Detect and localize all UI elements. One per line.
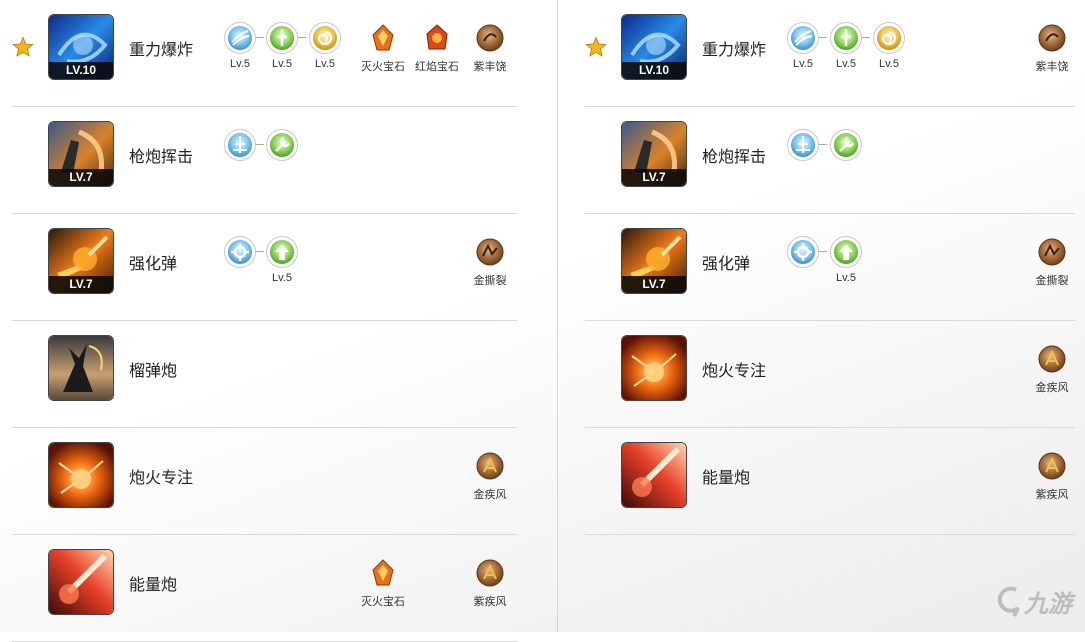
charm-icon[interactable] [1036, 343, 1068, 375]
boost-shot-skill-icon: LV.7 [49, 229, 113, 293]
fire-focus-skill-icon [49, 443, 113, 507]
charm-icon[interactable] [474, 22, 506, 54]
watermark-logo-icon [997, 586, 1020, 617]
skill-row-energy-cannon[interactable]: 能量炮 紫疾风 [585, 428, 1075, 535]
charm-name: 紫丰饶 [1035, 61, 1069, 73]
gem-name: 灭火宝石 [361, 61, 405, 73]
charm-icon[interactable] [474, 557, 506, 589]
star-icon [12, 36, 34, 57]
up-arrow-rune-icon[interactable] [266, 236, 298, 268]
skill-name: 强化弹 [702, 256, 751, 273]
charm-icon[interactable] [1036, 22, 1068, 54]
right-build-panel: LV.10 重力爆炸 Lv.5 Lv.5 Lv.5 紫丰饶 LV.7 枪炮挥击 … [585, 0, 1075, 535]
sword-rune-icon[interactable] [266, 22, 298, 54]
charm-icon[interactable] [1036, 236, 1068, 268]
gem-name: 灭火宝石 [361, 596, 405, 608]
blue-sword-rune-icon[interactable] [787, 129, 819, 161]
red-flame-gem-icon[interactable] [421, 22, 453, 54]
watermark-text: 九游 [1024, 591, 1072, 618]
charm-icon[interactable] [474, 236, 506, 268]
skill-name: 强化弹 [129, 256, 178, 273]
skill-row-fire-focus[interactable]: 炮火专注 金疾风 [585, 321, 1075, 428]
gear-rune-icon[interactable] [224, 236, 256, 268]
energy-cannon-skill-icon [622, 443, 686, 507]
skill-row-gravity-blast[interactable]: LV.10 重力爆炸 Lv.5 Lv.5 Lv.5 紫丰饶 [585, 0, 1075, 107]
wind-rune-icon[interactable] [224, 22, 256, 54]
skill-name: 炮火专注 [129, 470, 194, 487]
skill-row-boost-shot[interactable]: LV.7 强化弹 Lv.5 金撕裂 [585, 214, 1075, 321]
charm-name: 金疾风 [1035, 382, 1069, 394]
charm-name: 金撕裂 [473, 275, 507, 287]
sword-rune-icon[interactable] [830, 22, 862, 54]
skill-name: 重力爆炸 [129, 42, 194, 59]
gear-rune-icon[interactable] [787, 236, 819, 268]
skill-name: 榴弹炮 [129, 363, 178, 380]
skill-row-boost-shot[interactable]: LV.7 强化弹 Lv.5 金撕裂 [12, 214, 517, 321]
rune-level-label: Lv.5 [836, 272, 856, 284]
boost-shot-skill-icon: LV.7 [622, 229, 686, 293]
blue-sword-rune-icon[interactable] [224, 129, 256, 161]
charm-name: 紫丰饶 [473, 61, 507, 73]
skill-row-energy-cannon[interactable]: 能量炮 灭火宝石 紫疾风 [12, 535, 517, 642]
skill-level-badge: LV.7 [49, 169, 113, 186]
grenade-cannon-skill-icon [49, 336, 113, 400]
gravity-blast-skill-icon: LV.10 [622, 15, 686, 79]
skill-name: 炮火专注 [702, 363, 767, 380]
gun-swing-skill-icon: LV.7 [622, 122, 686, 186]
skill-row-fire-focus[interactable]: 炮火专注 金疾风 [12, 428, 517, 535]
skill-level-badge: LV.10 [49, 62, 113, 79]
rune-level-label: Lv.5 [315, 58, 335, 70]
skill-row-gun-swing[interactable]: LV.7 枪炮挥击 [12, 107, 517, 214]
fire-gem-icon[interactable] [367, 557, 399, 589]
gravity-blast-skill-icon: LV.10 [49, 15, 113, 79]
charm-icon[interactable] [474, 450, 506, 482]
charm-name: 金疾风 [473, 489, 507, 501]
skill-name: 能量炮 [702, 470, 751, 487]
star-icon [585, 36, 607, 57]
skill-row-gun-swing[interactable]: LV.7 枪炮挥击 [585, 107, 1075, 214]
charm-name: 金撕裂 [1035, 275, 1069, 287]
gem-name: 红焰宝石 [415, 61, 459, 73]
panel-divider [557, 0, 558, 632]
skill-name: 重力爆炸 [702, 42, 767, 59]
energy-cannon-skill-icon [49, 550, 113, 614]
rune-level-label: Lv.5 [272, 272, 292, 284]
skill-name: 枪炮挥击 [129, 149, 194, 166]
wrench-rune-icon[interactable] [266, 129, 298, 161]
charm-name: 紫疾风 [473, 596, 507, 608]
fire-focus-skill-icon [622, 336, 686, 400]
skill-name: 枪炮挥击 [702, 149, 767, 166]
skill-level-badge: LV.7 [49, 276, 113, 293]
rune-level-label: Lv.5 [879, 58, 899, 70]
skill-row-grenade-cannon[interactable]: 榴弹炮 [12, 321, 517, 428]
skill-level-badge: LV.7 [622, 276, 686, 293]
swirl-rune-icon[interactable] [873, 22, 905, 54]
wind-rune-icon[interactable] [787, 22, 819, 54]
skill-level-badge: LV.7 [622, 169, 686, 186]
skill-name: 能量炮 [129, 577, 178, 594]
skill-level-badge: LV.10 [622, 62, 686, 79]
up-arrow-rune-icon[interactable] [830, 236, 862, 268]
wrench-rune-icon[interactable] [830, 129, 862, 161]
charm-name: 紫疾风 [1035, 489, 1069, 501]
skill-row-gravity-blast[interactable]: LV.10 重力爆炸 Lv.5 Lv.5 Lv.5 灭火宝石 红焰宝石 紫丰饶 [12, 0, 517, 107]
swirl-rune-icon[interactable] [309, 22, 341, 54]
fire-gem-icon[interactable] [367, 22, 399, 54]
left-build-panel: LV.10 重力爆炸 Lv.5 Lv.5 Lv.5 灭火宝石 红焰宝石 紫丰饶 … [12, 0, 517, 642]
gun-swing-skill-icon: LV.7 [49, 122, 113, 186]
charm-icon[interactable] [1036, 450, 1068, 482]
